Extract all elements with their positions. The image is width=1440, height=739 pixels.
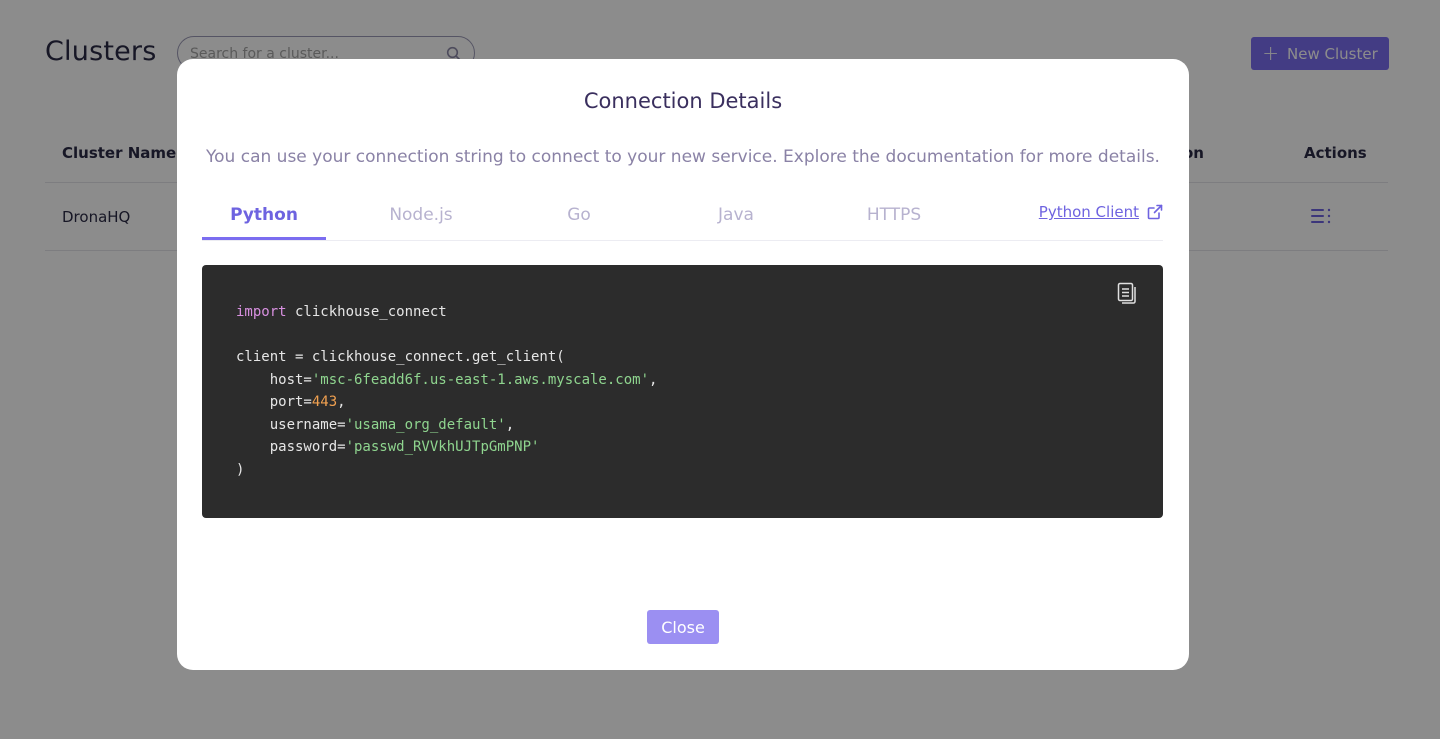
code-host-key: host= xyxy=(236,371,312,388)
code-import-module: clickhouse_connect xyxy=(286,304,447,320)
code-comma: , xyxy=(649,371,658,388)
code-client-line: client = clickhouse_connect.get_client( xyxy=(236,349,565,365)
tab-go[interactable]: Go xyxy=(517,195,641,240)
tab-python[interactable]: Python xyxy=(202,195,326,240)
code-block: import clickhouse_connect client = click… xyxy=(202,265,1163,518)
code-comma: , xyxy=(337,394,346,410)
close-button[interactable]: Close xyxy=(647,610,719,644)
code-host-value: 'msc-6feadd6f.us-east-1.aws.myscale.com' xyxy=(311,371,650,388)
code-port-key: port= xyxy=(236,394,312,410)
code-username-key: username= xyxy=(236,416,346,433)
code-password-value: 'passwd_RVVkhUJTpGmPNP' xyxy=(345,439,540,455)
code-password-key: password= xyxy=(236,439,346,455)
language-tabs: Python Node.js Go Java HTTPS Python Clie… xyxy=(202,195,1163,241)
modal-title: Connection Details xyxy=(583,89,783,113)
copy-icon[interactable] xyxy=(1117,282,1137,304)
tab-java[interactable]: Java xyxy=(674,195,798,240)
code-username-value: 'usama_org_default' xyxy=(345,416,506,433)
external-link-icon[interactable] xyxy=(1147,204,1163,220)
connection-details-modal: Connection Details You can use your conn… xyxy=(177,59,1189,670)
code-snippet: import clickhouse_connect client = click… xyxy=(236,301,657,481)
python-client-label[interactable]: Python Client xyxy=(1039,203,1139,221)
python-client-link[interactable]: Python Client xyxy=(1039,203,1163,221)
tab-https[interactable]: HTTPS xyxy=(832,195,956,240)
code-comma: , xyxy=(505,416,515,433)
code-import-keyword: import xyxy=(236,304,287,320)
code-port-value: 443 xyxy=(311,394,338,410)
modal-subtitle: You can use your connection string to co… xyxy=(206,147,1160,167)
code-close-paren: ) xyxy=(236,461,245,478)
tab-nodejs[interactable]: Node.js xyxy=(359,195,483,240)
